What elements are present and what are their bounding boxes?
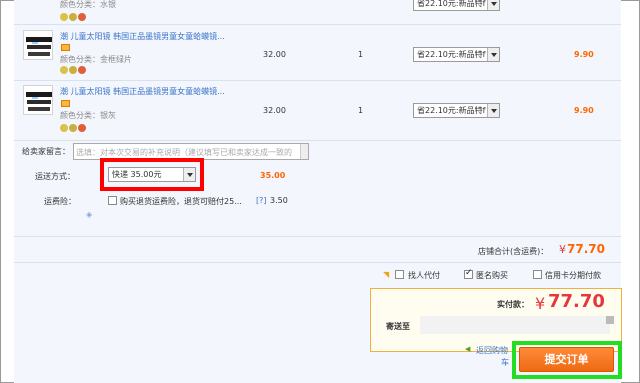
item-title[interactable]: 潮 儿童太阳镜 韩国正品墨镜男童女童蛤蟆镜... bbox=[60, 86, 225, 97]
chevron-down-icon bbox=[487, 48, 499, 61]
coupon-select[interactable]: 省22.10元:新品特f bbox=[413, 47, 500, 62]
anonymous-label: 匿名购买 bbox=[476, 271, 508, 280]
coupon-select[interactable]: 省22.10元:新品特f bbox=[413, 0, 500, 11]
item-price: 32.00 bbox=[263, 106, 286, 115]
insurance-help-link[interactable]: [?] bbox=[256, 196, 267, 205]
store-total-currency: ¥ bbox=[559, 243, 566, 256]
divider bbox=[14, 24, 621, 25]
back-to-cart-link-continued[interactable]: 车 bbox=[501, 357, 509, 368]
shipping-fee: 35.00 bbox=[260, 171, 286, 180]
item-subtotal: 9.90 bbox=[574, 106, 594, 115]
product-thumbnail[interactable] bbox=[23, 30, 53, 60]
message-label: 给卖家留言： bbox=[22, 147, 70, 156]
anonymous-checkbox[interactable] bbox=[464, 268, 473, 279]
address-redacted bbox=[606, 316, 614, 324]
divider bbox=[14, 140, 621, 141]
insurance-label: 运费险： bbox=[44, 197, 76, 206]
proxy-pay-checkbox[interactable] bbox=[395, 270, 404, 279]
info-icon: ◈ bbox=[86, 210, 93, 219]
shipping-select[interactable]: 快递 35.00元 bbox=[108, 167, 196, 182]
back-arrow-icon: ◀ bbox=[465, 345, 471, 353]
chevron-down-icon bbox=[487, 0, 499, 10]
promo-flag-icon bbox=[61, 44, 70, 51]
credit-installment-label: 信用卡分期付款 bbox=[545, 271, 601, 280]
credit-installment-checkbox[interactable] bbox=[533, 270, 542, 279]
proxy-pay-label: 找人代付 bbox=[408, 271, 440, 280]
divider bbox=[14, 80, 621, 81]
item-subtotal: 9.90 bbox=[574, 50, 594, 59]
actual-payment-currency: ¥ bbox=[535, 294, 546, 313]
divider bbox=[14, 262, 621, 263]
store-total-label: 店铺合计(含运费)： bbox=[478, 247, 549, 256]
scroll-arrows-icon[interactable] bbox=[300, 144, 308, 159]
shipping-label: 运送方式： bbox=[35, 172, 75, 181]
item-quantity: 1 bbox=[358, 106, 364, 115]
service-badges bbox=[60, 124, 87, 132]
divider bbox=[14, 236, 621, 237]
address-redacted bbox=[420, 316, 610, 334]
insurance-fee: 3.50 bbox=[270, 196, 288, 205]
actual-payment-amount: 77.70 bbox=[548, 291, 605, 312]
item-price: 32.00 bbox=[263, 50, 286, 59]
item-category: 颜色分类：金框绿片 bbox=[60, 55, 132, 64]
submit-order-button[interactable]: 提交订单 bbox=[519, 347, 614, 372]
speaker-icon: ◥ bbox=[383, 270, 390, 279]
back-to-cart-link[interactable]: 返回购物 bbox=[476, 345, 508, 356]
coupon-select[interactable]: 省22.10元:新品特f bbox=[413, 103, 500, 118]
insurance-checkbox[interactable] bbox=[108, 196, 117, 205]
product-thumbnail[interactable] bbox=[23, 85, 53, 115]
item-title[interactable]: 潮 儿童太阳镜 韩国正品墨镜男童女童蛤蟆镜... bbox=[60, 31, 225, 42]
item-category: 颜色分类：水银 bbox=[60, 0, 116, 9]
store-total-amount: 77.70 bbox=[567, 242, 605, 256]
ship-to-label: 寄送至 bbox=[386, 322, 410, 331]
chevron-down-icon bbox=[487, 104, 499, 117]
item-quantity: 1 bbox=[358, 50, 364, 59]
actual-payment-label: 实付款： bbox=[497, 300, 529, 309]
item-category: 颜色分类：银灰 bbox=[60, 111, 116, 120]
chevron-down-icon bbox=[183, 168, 195, 181]
service-badges bbox=[60, 13, 87, 21]
promo-flag-icon bbox=[61, 100, 70, 107]
service-badges bbox=[60, 66, 87, 74]
insurance-checkbox-label: 购买退货运费险，退货可赔付25... bbox=[120, 197, 242, 206]
